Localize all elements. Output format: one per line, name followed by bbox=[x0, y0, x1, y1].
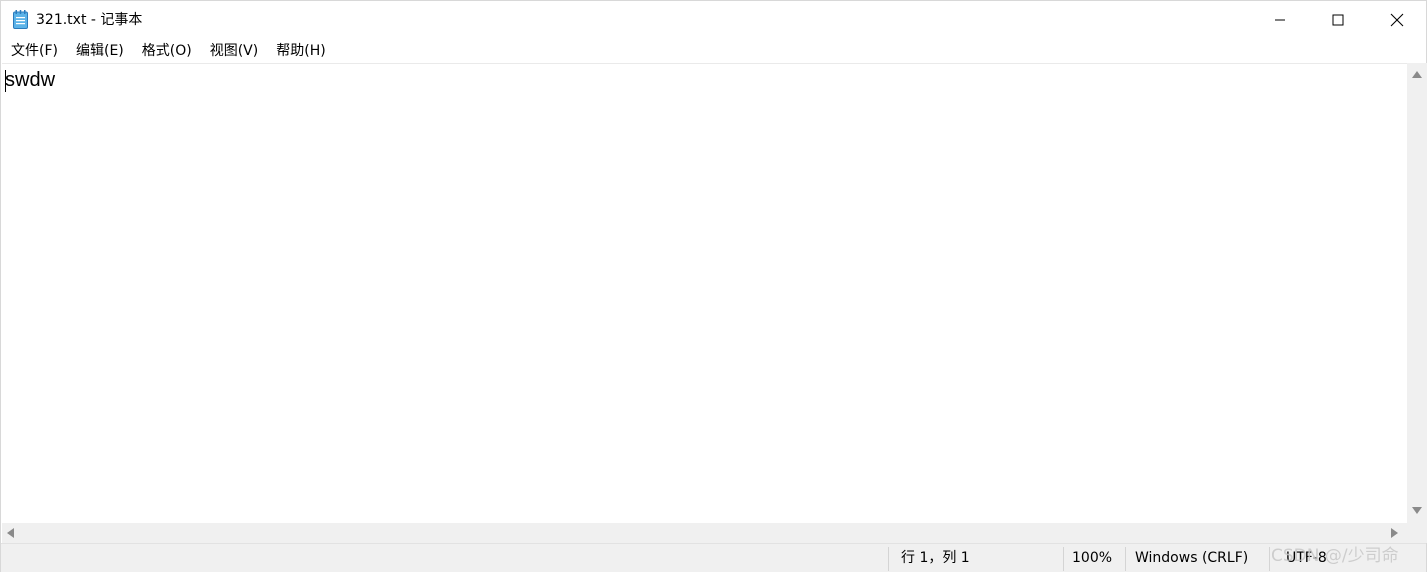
horizontal-scrollbar[interactable] bbox=[2, 523, 1407, 543]
minimize-button[interactable] bbox=[1251, 1, 1309, 38]
status-bar: 行 1，列 1 100% Windows (CRLF) UTF-8 bbox=[1, 543, 1426, 572]
cursor-position: 行 1，列 1 bbox=[901, 550, 970, 566]
status-divider bbox=[1269, 547, 1270, 571]
vertical-scrollbar[interactable] bbox=[1407, 63, 1427, 523]
menu-file[interactable]: 文件(F) bbox=[4, 39, 65, 63]
scroll-down-arrow-icon[interactable] bbox=[1412, 507, 1422, 514]
editor-content[interactable]: swdw bbox=[5, 68, 55, 92]
maximize-icon bbox=[1332, 14, 1344, 25]
menu-edit[interactable]: 编辑(E) bbox=[69, 39, 131, 63]
scroll-right-arrow-icon[interactable] bbox=[1391, 528, 1398, 538]
menu-bar: 文件(F) 编辑(E) 格式(O) 视图(V) 帮助(H) bbox=[1, 39, 1426, 63]
notepad-window: 321.txt - 记事本 文件(F) 编辑(E) 格式(O) 视图(V) 帮助… bbox=[0, 0, 1427, 572]
line-ending: Windows (CRLF) bbox=[1135, 550, 1249, 566]
text-editor[interactable]: swdw bbox=[2, 63, 1407, 524]
scrollbar-corner bbox=[1407, 523, 1427, 543]
menu-format[interactable]: 格式(O) bbox=[135, 39, 199, 63]
scroll-left-arrow-icon[interactable] bbox=[7, 528, 14, 538]
menu-view[interactable]: 视图(V) bbox=[203, 39, 266, 63]
text-caret bbox=[5, 70, 6, 92]
status-divider bbox=[888, 547, 889, 571]
csdn-watermark: CSDN @/少司命 bbox=[1271, 546, 1399, 566]
scroll-up-arrow-icon[interactable] bbox=[1412, 71, 1422, 78]
title-bar[interactable]: 321.txt - 记事本 bbox=[1, 1, 1426, 38]
close-icon bbox=[1390, 13, 1404, 26]
status-divider bbox=[1063, 547, 1064, 571]
status-divider bbox=[1125, 547, 1126, 571]
maximize-button[interactable] bbox=[1309, 1, 1367, 38]
notepad-icon bbox=[13, 10, 28, 29]
close-button[interactable] bbox=[1368, 1, 1426, 38]
zoom-level: 100% bbox=[1072, 550, 1113, 566]
menu-help[interactable]: 帮助(H) bbox=[269, 39, 332, 63]
minimize-icon bbox=[1275, 19, 1285, 20]
window-title: 321.txt - 记事本 bbox=[36, 12, 143, 28]
